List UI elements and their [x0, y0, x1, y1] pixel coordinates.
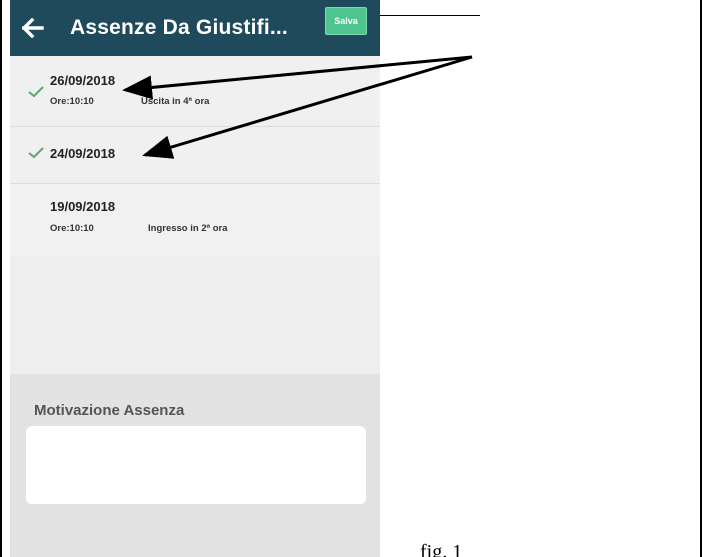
back-button[interactable] — [10, 8, 56, 48]
frame-right-border — [700, 0, 702, 557]
arrow-left-icon — [22, 18, 44, 38]
save-button[interactable]: Salva — [325, 7, 367, 35]
absence-list: 26/09/2018 Ore:10:10 Uscita in 4ª ora 24… — [10, 56, 380, 258]
page-title: Assenze Da Giustifi... — [70, 16, 288, 39]
absence-date: 19/09/2018 — [50, 199, 116, 214]
absence-note: Ingresso in 2ª ora — [148, 223, 228, 234]
absence-time: Ore:10:10 — [50, 223, 94, 234]
absence-date: 26/09/2018 — [50, 73, 116, 88]
frame-left-border — [0, 0, 2, 557]
absence-date: 24/09/2018 — [50, 146, 116, 161]
list-item[interactable]: 19/09/2018 Ore:10:10 Ingresso in 2ª ora — [10, 184, 380, 258]
list-item[interactable]: 24/09/2018 — [10, 127, 380, 184]
figure-caption: fig. 1 — [420, 542, 463, 557]
empty-list-area — [10, 256, 380, 374]
check-icon — [28, 86, 44, 98]
motivation-panel: Motivazione Assenza — [10, 374, 380, 557]
absence-time: Ore:10:10 — [50, 96, 94, 107]
absence-note: Uscita in 4ª ora — [141, 96, 210, 107]
check-icon — [28, 147, 44, 159]
frame-top-line — [380, 15, 480, 16]
motivation-input[interactable] — [26, 426, 366, 504]
app-header: Assenze Da Giustifi... Salva — [10, 0, 380, 56]
motivation-label: Motivazione Assenza — [34, 402, 185, 419]
phone-screen: Assenze Da Giustifi... Salva 26/09/2018 … — [10, 0, 380, 557]
list-item[interactable]: 26/09/2018 Ore:10:10 Uscita in 4ª ora — [10, 56, 380, 127]
